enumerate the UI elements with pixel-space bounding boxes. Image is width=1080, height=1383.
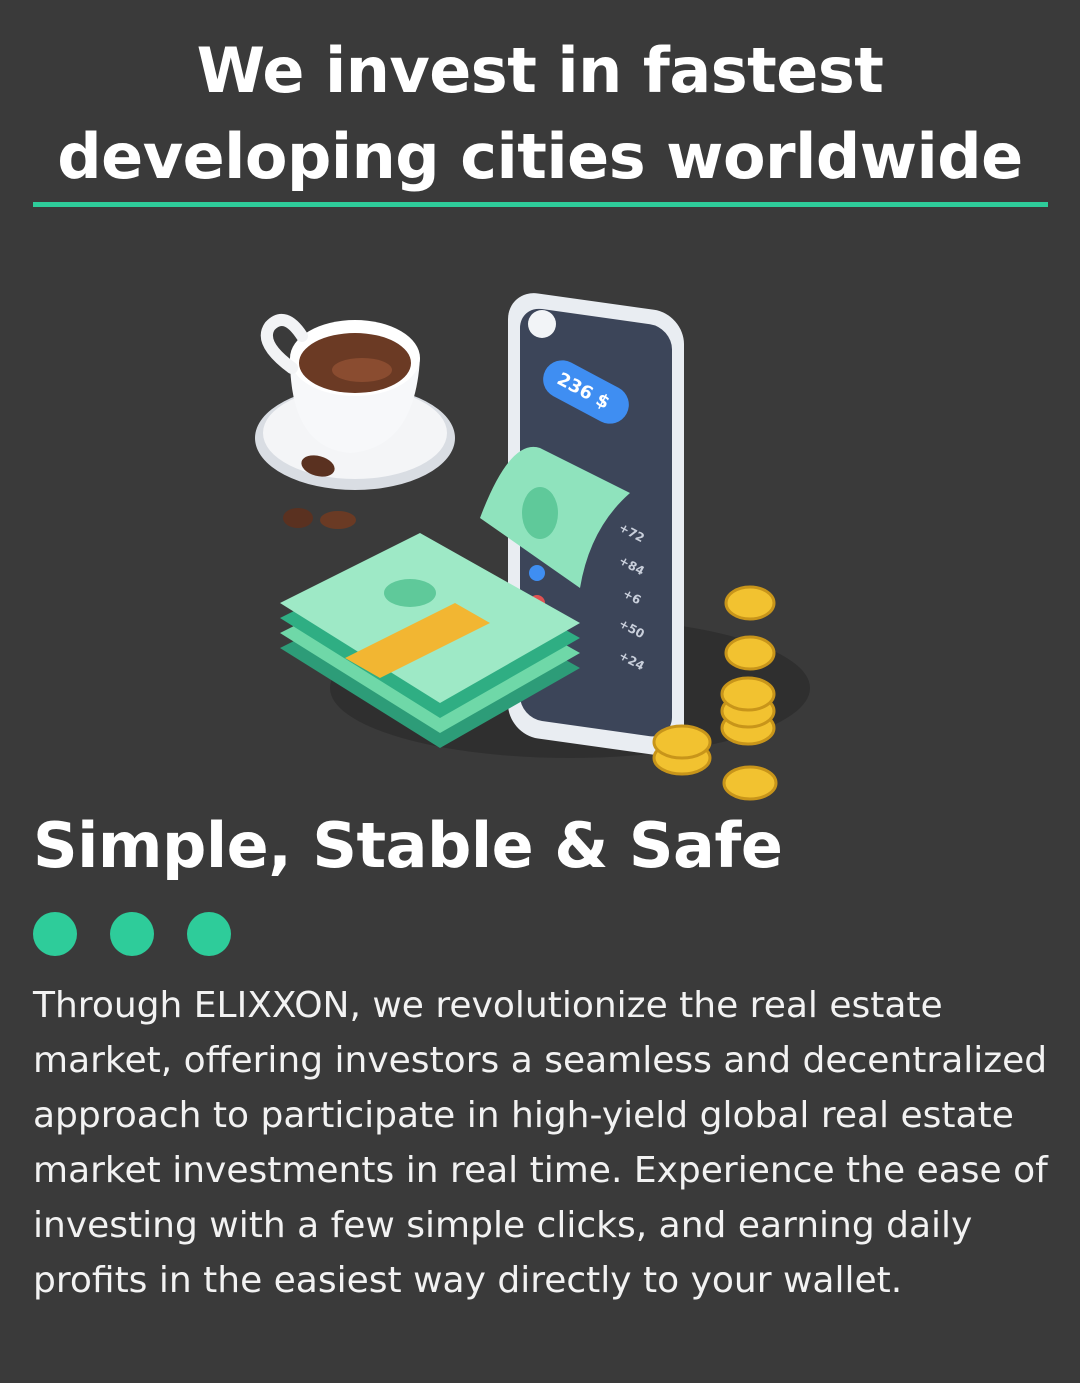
- section-title: Simple, Stable & Safe: [33, 809, 783, 882]
- page-title-line-1: We invest in fastest: [196, 34, 884, 107]
- dot-icon: [187, 912, 231, 956]
- header: We invest in fastest developing cities w…: [0, 28, 1080, 200]
- coffee-cup-icon: [255, 313, 455, 490]
- dot-icon: [110, 912, 154, 956]
- page-title-line-2: developing cities worldwide: [57, 120, 1023, 193]
- title-underline: [33, 202, 1048, 207]
- dot-icon: [33, 912, 77, 956]
- page-title: We invest in fastest developing cities w…: [0, 28, 1080, 200]
- decorative-dots: [33, 912, 231, 956]
- section-description: Through ELIXXON, we revolutionize the re…: [33, 985, 1048, 1301]
- investment-illustration: 236 $ +72 +84 +6 +50 +24: [255, 293, 810, 801]
